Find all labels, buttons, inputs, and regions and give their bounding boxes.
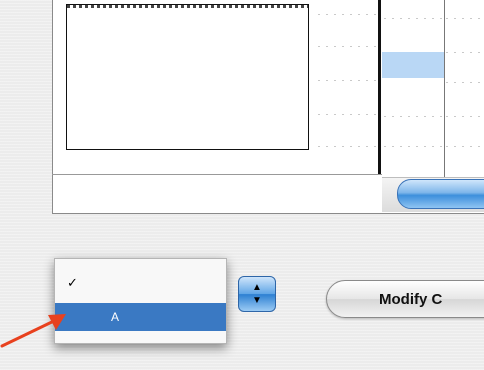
menu-item-checked[interactable]: ✓ — [55, 269, 226, 297]
grid-line — [318, 80, 378, 81]
grid-line — [318, 46, 378, 47]
row-divider — [52, 174, 382, 175]
grid-line — [384, 146, 444, 147]
modify-button[interactable]: Modify C — [326, 280, 484, 318]
menu-item-a[interactable]: A — [55, 303, 226, 331]
column-divider[interactable] — [444, 0, 445, 180]
grid-line — [384, 116, 444, 117]
checkmark-icon: ✓ — [67, 275, 78, 290]
grid-line — [446, 146, 484, 147]
grid-line — [446, 52, 484, 53]
grid-line — [446, 18, 484, 19]
text-preview-box — [66, 4, 309, 150]
grid-line — [318, 114, 378, 115]
grid-line — [318, 14, 378, 15]
up-arrow-icon: ▲ — [252, 282, 262, 293]
grid-line — [318, 146, 378, 147]
scrollbar-thumb[interactable] — [397, 179, 484, 209]
selected-cell[interactable] — [382, 52, 444, 78]
cropped-text-line — [67, 5, 308, 8]
popup-stepper-button[interactable]: ▲ ▼ — [238, 276, 276, 312]
grid-line — [384, 18, 444, 19]
grid-line — [446, 116, 484, 117]
annotation-arrow-icon — [0, 314, 66, 348]
column-divider[interactable] — [378, 0, 381, 174]
down-arrow-icon: ▼ — [252, 295, 262, 306]
menu-item-label: A — [111, 310, 120, 324]
grid-line — [446, 82, 484, 83]
